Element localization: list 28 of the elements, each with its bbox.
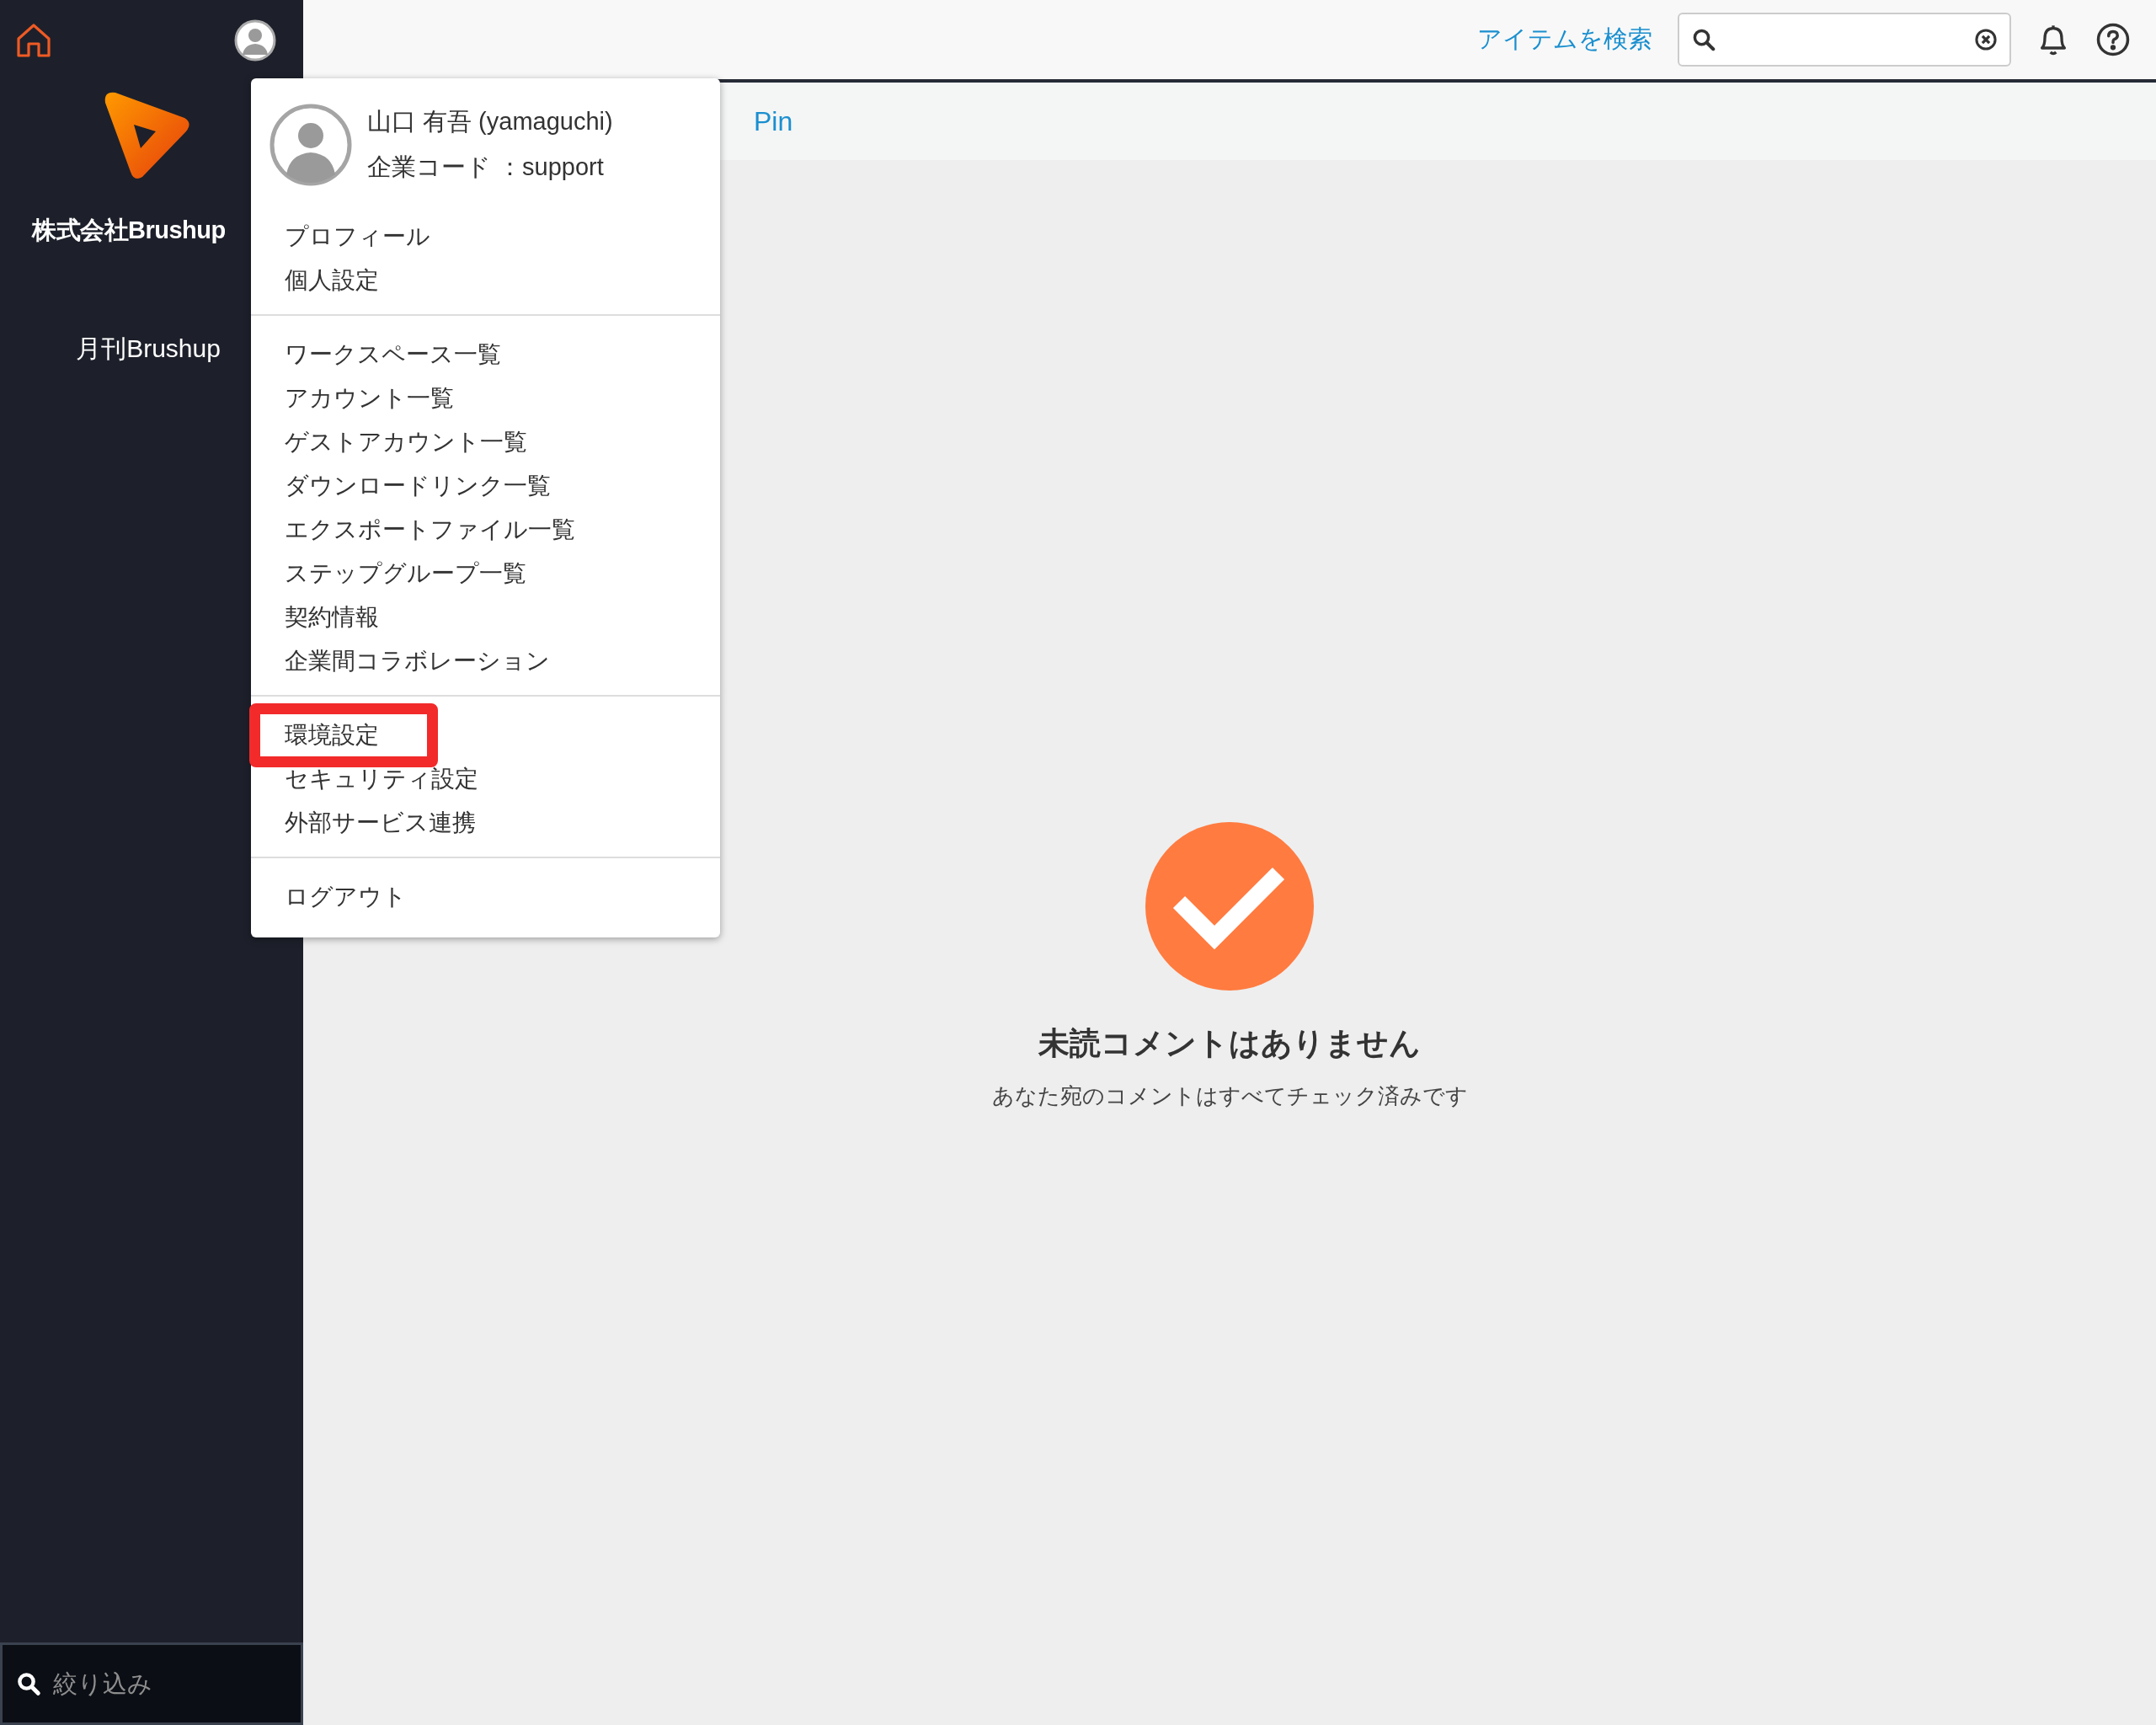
- filter-input[interactable]: 絞り込み: [51, 1669, 274, 1699]
- clear-icon[interactable]: [1974, 28, 1998, 51]
- avatar-icon[interactable]: [234, 19, 276, 61]
- menu-item[interactable]: 企業間コラボレーション: [251, 639, 720, 683]
- menu-item[interactable]: ワークスペース一覧: [251, 333, 720, 377]
- user-avatar-icon: [270, 104, 352, 186]
- user-name: 山口 有吾 (yamaguchi): [367, 107, 613, 136]
- menu-item[interactable]: ダウンロードリンク一覧: [251, 464, 720, 508]
- menu-item[interactable]: ステップグループ一覧: [251, 552, 720, 595]
- menu-item[interactable]: プロフィール: [251, 215, 720, 259]
- menu-item[interactable]: ゲストアカウント一覧: [251, 420, 720, 464]
- search-icon: [1691, 27, 1716, 52]
- menu-item[interactable]: 環境設定: [249, 703, 438, 767]
- menu-item[interactable]: アカウント一覧: [251, 377, 720, 420]
- menu-item[interactable]: 契約情報: [251, 595, 720, 639]
- check-icon: [1145, 822, 1314, 991]
- search-icon: [16, 1671, 41, 1696]
- menu-item[interactable]: 外部サービス連携: [251, 801, 720, 845]
- company-code: 企業コード ：support: [367, 152, 605, 182]
- empty-title: 未読コメントはありません: [1038, 1025, 1421, 1062]
- menu-item[interactable]: エクスポートファイル一覧: [251, 508, 720, 552]
- menu-item[interactable]: ログアウト: [251, 875, 720, 919]
- search-field[interactable]: [1678, 13, 2011, 67]
- empty-message: あなた宛のコメントはすべてチェック済みです: [991, 1082, 1468, 1110]
- company-name[interactable]: 株式会社Brushup: [32, 214, 226, 248]
- filter-field[interactable]: 絞り込み: [0, 1642, 303, 1725]
- help-icon[interactable]: [2095, 22, 2131, 57]
- menu-item[interactable]: 個人設定: [251, 259, 720, 302]
